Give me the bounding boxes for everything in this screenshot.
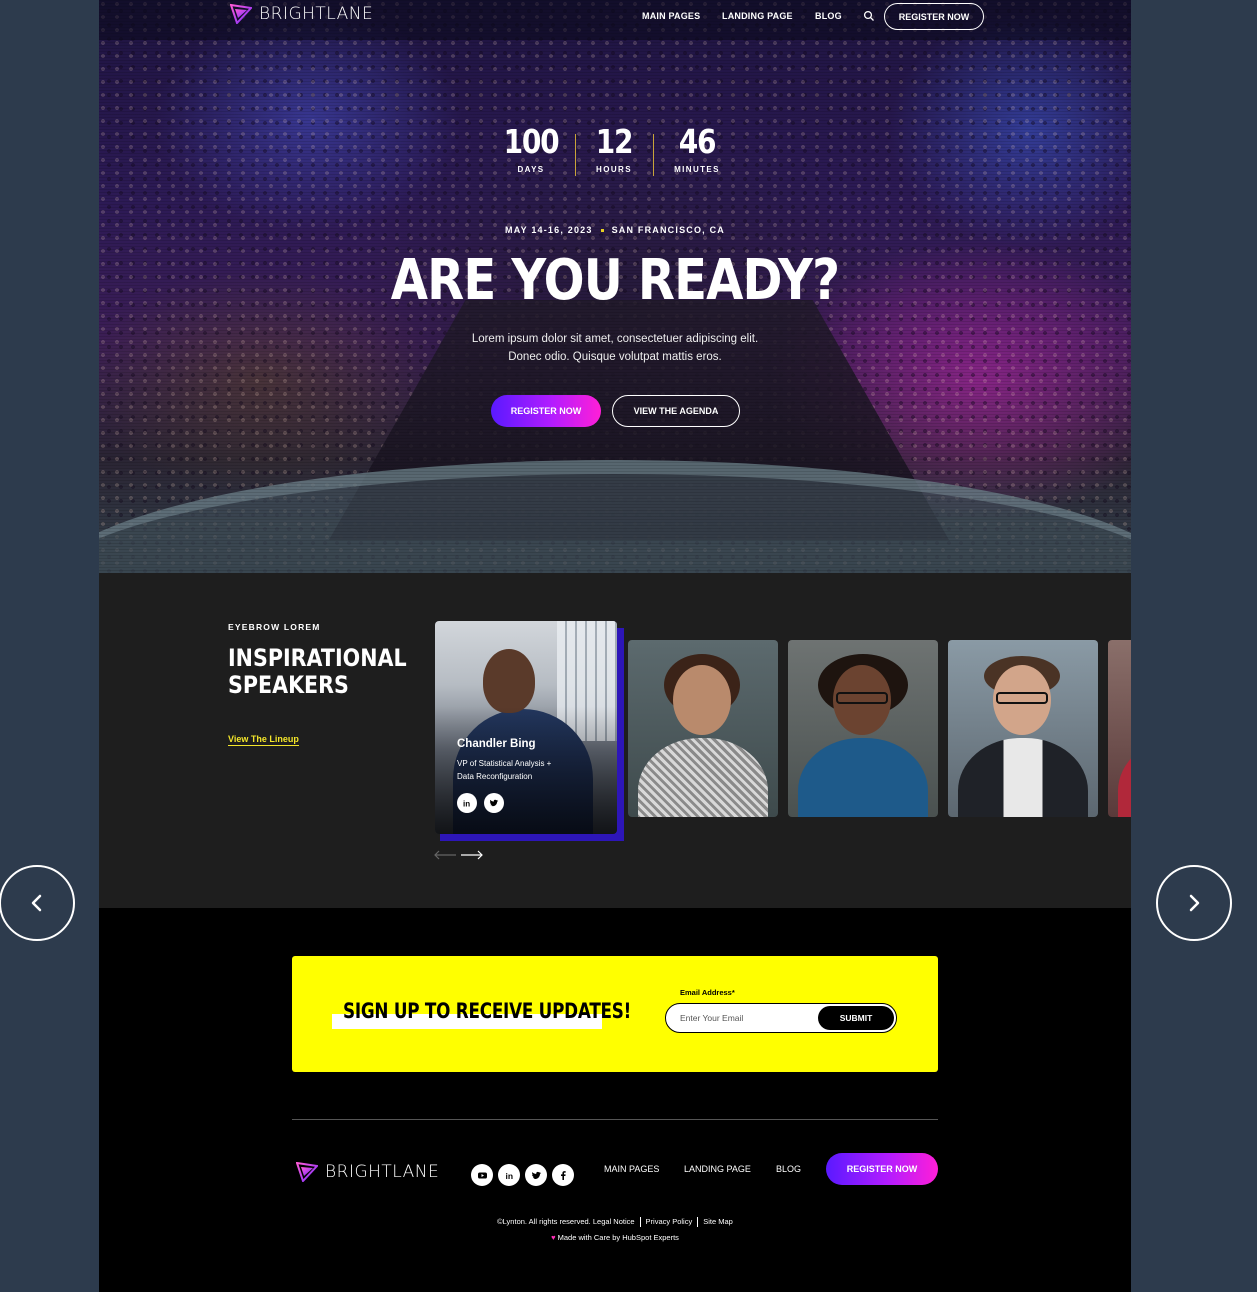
chevron-left-icon (31, 894, 42, 912)
logo-triangle-icon (230, 4, 252, 24)
speaker-role: VP of Statistical Analysis + Data Reconf… (457, 759, 552, 781)
speaker-card[interactable] (948, 640, 1098, 817)
made-with-care: ♥ Made with Care by HubSpot Experts (551, 1233, 679, 1242)
facebook-icon[interactable] (552, 1164, 574, 1186)
event-location: SAN FRANCISCO, CA (611, 225, 725, 235)
view-agenda-button[interactable]: VIEW THE AGENDA (612, 395, 740, 427)
countdown-minutes-label: MINUTES (674, 165, 720, 174)
youtube-icon[interactable] (471, 1164, 493, 1186)
event-date-location: MAY 14-16, 2023 SAN FRANCISCO, CA (99, 225, 1131, 235)
countdown-divider (653, 134, 654, 176)
countdown-hours-label: HOURS (596, 165, 632, 174)
speakers-title: INSPIRATIONAL SPEAKERS (228, 644, 407, 699)
twitter-icon[interactable] (484, 793, 504, 813)
brand-name: BRIGHTLANE (259, 4, 374, 24)
nav-landing-page[interactable]: LANDING PAGE (722, 11, 793, 21)
svg-text:in: in (463, 800, 470, 809)
hero-description: Lorem ipsum dolor sit amet, consectetuer… (471, 333, 759, 363)
countdown-days: 100 DAYS (491, 122, 571, 174)
legal-links: ©Lynton. All rights reserved. Legal Noti… (99, 1217, 1131, 1228)
speaker-card-featured[interactable]: Chandler Bing VP of Statistical Analysis… (435, 621, 617, 834)
email-form: SUBMIT (665, 1003, 897, 1033)
speaker-name: Chandler Bing (457, 738, 536, 750)
slide-prev-button[interactable] (0, 865, 75, 941)
hero-headline: ARE YOU READY? (390, 248, 840, 313)
heart-icon: ♥ (551, 1233, 556, 1242)
countdown-days-value: 100 (503, 122, 560, 161)
footer-brand-logo[interactable]: BRIGHTLANE (296, 1162, 439, 1182)
hero-section: BRIGHTLANE MAIN PAGES LANDING PAGE BLOG … (99, 0, 1131, 573)
speakers-section: EYEBROW LOREM INSPIRATIONAL SPEAKERS Vie… (99, 573, 1131, 908)
footer-nav-main-pages[interactable]: MAIN PAGES (604, 1164, 659, 1174)
slide-next-button[interactable] (1156, 865, 1232, 941)
brand-name: BRIGHTLANE (325, 1162, 440, 1182)
signup-title: SIGN UP TO RECEIVE UPDATES! (343, 999, 632, 1023)
footer-divider (292, 1119, 938, 1120)
brand-logo[interactable]: BRIGHTLANE (230, 4, 373, 24)
countdown-hours: 12 HOURS (574, 122, 654, 174)
signup-banner: SIGN UP TO RECEIVE UPDATES! Email Addres… (292, 956, 938, 1072)
speakers-eyebrow: EYEBROW LOREM (228, 622, 321, 632)
carousel-prev-arrow-icon[interactable] (433, 849, 457, 861)
page: BRIGHTLANE MAIN PAGES LANDING PAGE BLOG … (99, 0, 1131, 1292)
linkedin-icon[interactable]: in (498, 1164, 520, 1186)
countdown: 100 DAYS 12 HOURS 46 MINUTES (499, 122, 731, 182)
carousel-next-arrow-icon[interactable] (460, 849, 484, 861)
search-icon[interactable] (863, 10, 875, 22)
footer: SIGN UP TO RECEIVE UPDATES! Email Addres… (99, 908, 1131, 1292)
email-field[interactable] (680, 1011, 810, 1025)
privacy-policy-link[interactable]: Privacy Policy (646, 1217, 693, 1226)
svg-text:in: in (505, 1171, 513, 1181)
speaker-photo (673, 665, 731, 735)
speaker-card[interactable] (1108, 640, 1131, 817)
footer-nav-blog[interactable]: BLOG (776, 1164, 801, 1174)
hero-register-button[interactable]: REGISTER NOW (491, 395, 601, 427)
twitter-icon[interactable] (525, 1164, 547, 1186)
countdown-hours-value: 12 (595, 122, 634, 161)
logo-triangle-icon (296, 1162, 318, 1182)
top-navigation: BRIGHTLANE MAIN PAGES LANDING PAGE BLOG … (99, 0, 1131, 40)
event-date: MAY 14-16, 2023 (505, 225, 593, 235)
submit-button[interactable]: SUBMIT (818, 1006, 894, 1030)
speaker-card[interactable] (628, 640, 778, 817)
footer-register-button[interactable]: REGISTER NOW (826, 1153, 938, 1185)
copyright-text[interactable]: ©Lynton. All rights reserved. Legal Noti… (497, 1217, 634, 1226)
countdown-minutes-value: 46 (678, 122, 717, 161)
chevron-right-icon (1189, 894, 1200, 912)
nav-register-button[interactable]: REGISTER NOW (884, 3, 984, 30)
linkedin-icon[interactable]: in (457, 793, 477, 813)
email-label: Email Address* (680, 988, 735, 997)
countdown-minutes: 46 MINUTES (657, 122, 737, 174)
nav-blog[interactable]: BLOG (815, 11, 842, 21)
speaker-card[interactable] (788, 640, 938, 817)
nav-main-pages[interactable]: MAIN PAGES (642, 11, 700, 21)
footer-nav-landing-page[interactable]: LANDING PAGE (684, 1164, 751, 1174)
countdown-days-label: DAYS (517, 165, 545, 174)
view-lineup-link[interactable]: View The Lineup (228, 734, 299, 746)
site-map-link[interactable]: Site Map (703, 1217, 733, 1226)
